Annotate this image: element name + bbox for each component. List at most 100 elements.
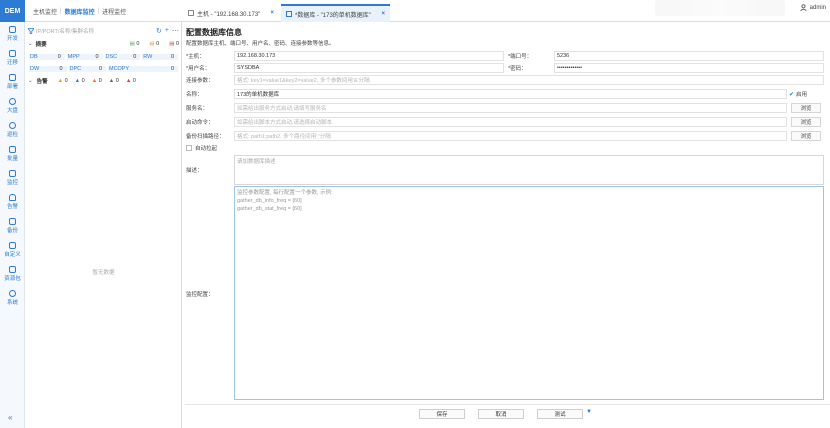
name-label: 名称：: [186, 92, 203, 98]
stat-dsc[interactable]: DSC 0: [104, 54, 141, 60]
conn-params-input[interactable]: 格式: key1=value1&key2=value2, 多个参数间用'&'分隔: [234, 75, 824, 85]
chevron-down-icon: ⌄: [28, 41, 33, 47]
nav-proc-monitor[interactable]: 进程监控: [99, 7, 129, 16]
service-label: 服务名：: [186, 106, 209, 112]
app-logo: DEM: [0, 0, 25, 22]
summary-count-normal: 0: [136, 41, 140, 47]
rail-inspect[interactable]: 巡检: [0, 118, 25, 142]
filter-icon: [28, 28, 34, 34]
rail-dev[interactable]: 开发: [0, 22, 25, 46]
user-name: admin: [809, 4, 826, 11]
alert-row[interactable]: ⌄ 告警 ▲ 0 ▲ 0 ▲ 0 ▲ 0 ▲ 0: [28, 76, 179, 86]
page-title: 配置数据库信息: [186, 28, 242, 37]
stat-rw[interactable]: RW 0: [142, 54, 178, 60]
enable-checkbox[interactable]: ✔ 启用: [789, 89, 807, 99]
conn-params-label: 连接参数：: [186, 78, 214, 84]
chevron-down-icon: ⌄: [28, 78, 33, 84]
app-window: DEM 主机监控 | 数据库监控 | 进程监控 主机 - "192.168.30…: [0, 0, 830, 428]
stat-dpc[interactable]: DPC 0: [68, 66, 106, 72]
alert-label: 告警: [36, 79, 48, 85]
gear-icon: [9, 290, 16, 297]
deploy-icon: [9, 74, 16, 81]
tab-host-close-icon[interactable]: ×: [270, 10, 274, 16]
tab-database-label: *数据库 - "173的单机数据库": [295, 12, 371, 19]
more-icon[interactable]: ⋯: [172, 27, 179, 35]
save-button[interactable]: 保存: [419, 409, 465, 419]
rail-system[interactable]: 系统: [0, 286, 25, 310]
port-input[interactable]: 5236: [554, 51, 824, 61]
nav-host-monitor[interactable]: 主机监控: [30, 7, 60, 16]
rail-dashboard[interactable]: 大盘: [0, 94, 25, 118]
monitor-hint-line-2: gather_db_info_freq = [60]: [237, 198, 302, 204]
server-icon-green: ▤: [129, 41, 135, 47]
document-icon: [188, 10, 194, 16]
alert-count-5: 0: [132, 78, 136, 84]
cancel-button[interactable]: 取消: [478, 409, 524, 419]
rail-custom[interactable]: 自定义: [0, 238, 25, 262]
rail-batch[interactable]: 批量: [0, 142, 25, 166]
summary-count-warn: 0: [156, 41, 160, 47]
autostart-label: 自动拉起: [195, 146, 218, 152]
stat-db[interactable]: DB 0: [29, 54, 65, 60]
rail-deploy[interactable]: 部署: [0, 70, 25, 94]
browse-service-button[interactable]: 浏览: [791, 103, 821, 113]
password-input[interactable]: •••••••••••••: [554, 63, 824, 73]
stat-grid: DB 0 MPP 0 DSC 0 RW 0 DW 0 DPC 0 MCOPY 0: [28, 52, 179, 74]
test-button[interactable]: 测试: [537, 409, 583, 419]
stat-mpp[interactable]: MPP 0: [66, 54, 103, 60]
left-rail: 开发 迁移 部署 大盘 巡检 批量 监控 告警 备份 自定义 资源包 系统 «: [0, 22, 25, 428]
alert-count-3: 0: [98, 78, 102, 84]
server-icon-red: ▤: [169, 41, 175, 47]
blurred-area: [655, 0, 785, 16]
link-icon: [9, 50, 16, 57]
monitor-icon: [9, 170, 16, 177]
start-cmd-input[interactable]: 如需给出脚本方式启动,请选择启动脚本: [234, 117, 787, 127]
user-icon: [799, 4, 807, 11]
description-textarea[interactable]: 请加数据库描述: [234, 155, 824, 185]
rail-package[interactable]: 资源包: [0, 262, 25, 286]
user-menu[interactable]: admin: [799, 4, 826, 11]
host-label: *主机：: [186, 54, 205, 60]
custom-icon: [9, 242, 16, 249]
batch-icon: [9, 146, 16, 153]
enable-label: 启用: [796, 92, 808, 98]
backup-path-input[interactable]: 格式: path1;path2, 多个路径间用';'分隔: [234, 131, 787, 141]
document-icon: [286, 11, 292, 17]
rail-alert[interactable]: 告警: [0, 190, 25, 214]
checkbox-icon: [186, 145, 192, 151]
monitor-config-label: 监控配置：: [186, 292, 214, 298]
rail-monitor[interactable]: 监控: [0, 166, 25, 190]
collapse-icon[interactable]: «: [8, 413, 12, 422]
tree-search-input[interactable]: IP/PORT/名称/集群名称: [36, 27, 94, 35]
stat-dw[interactable]: DW 0: [29, 66, 67, 72]
tree-search[interactable]: IP/PORT/名称/集群名称 ↻ + ⋯: [28, 26, 179, 36]
host-input[interactable]: 192.168.30.173: [234, 51, 504, 61]
summary-row[interactable]: ⌄ 摘要 ▤ 0 ▤ 0 ▤ 0: [28, 39, 179, 49]
test-dropdown-icon[interactable]: ▼: [586, 409, 592, 415]
refresh-icon[interactable]: ↻: [156, 27, 162, 35]
tab-host[interactable]: 主机 - "192.168.30.173" ×: [183, 4, 279, 22]
browse-backup-button[interactable]: 浏览: [791, 131, 821, 141]
tab-database-close-icon[interactable]: ×: [381, 11, 385, 17]
backup-path-label: 备份扫描路径：: [186, 134, 225, 140]
name-input[interactable]: 173的单机数据库: [234, 89, 787, 99]
nav-db-monitor[interactable]: 数据库监控: [62, 7, 98, 16]
desc-label: 描述：: [186, 168, 203, 174]
stat-mcopy[interactable]: MCOPY 0: [108, 66, 178, 72]
tab-database[interactable]: *数据库 - "173的单机数据库" ×: [281, 4, 390, 22]
browse-start-button[interactable]: 浏览: [791, 117, 821, 127]
add-icon[interactable]: +: [165, 27, 169, 35]
autostart-checkbox[interactable]: 自动拉起: [186, 143, 217, 153]
alert-count-1: 0: [64, 78, 68, 84]
username-input[interactable]: SYSDBA: [234, 63, 504, 73]
monitor-hint-line-3: gather_db_stat_freq = [60]: [237, 206, 302, 212]
password-label: *密码：: [508, 66, 527, 72]
top-bar: DEM 主机监控 | 数据库监控 | 进程监控 主机 - "192.168.30…: [0, 0, 830, 22]
backup-icon: [9, 218, 16, 225]
grid-icon: [9, 26, 16, 33]
rail-backup[interactable]: 备份: [0, 214, 25, 238]
service-input[interactable]: 如需给出服务方式启动,请填写服务名: [234, 103, 787, 113]
monitor-config-textarea[interactable]: 监控参数配置, 每行配置一个参数, 示例: gather_db_info_fre…: [234, 186, 824, 400]
rail-migrate[interactable]: 迁移: [0, 46, 25, 70]
server-icon-orange: ▤: [149, 41, 155, 47]
